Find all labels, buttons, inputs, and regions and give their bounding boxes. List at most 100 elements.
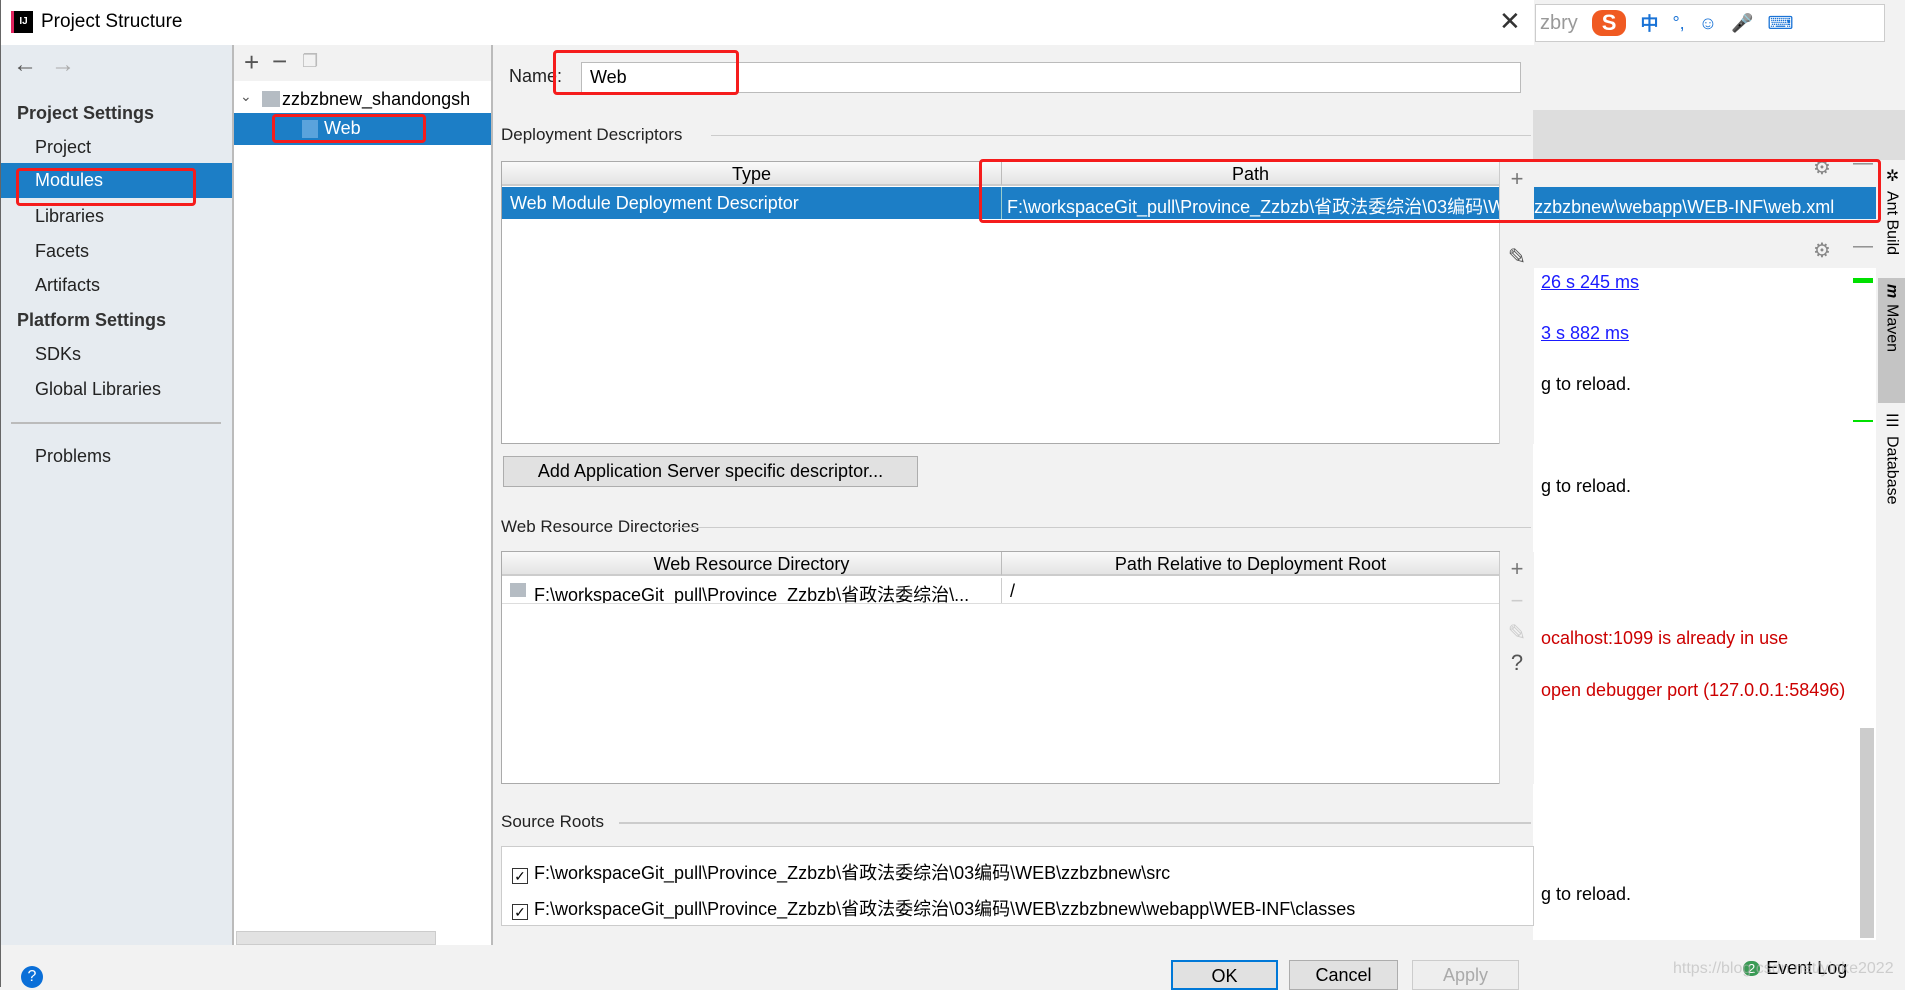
chevron-down-icon[interactable]: ⌄ [240, 88, 252, 105]
console-line[interactable]: 26 s 245 ms [1541, 272, 1639, 293]
name-input[interactable] [581, 62, 1521, 93]
scrollbar[interactable] [1860, 728, 1874, 938]
tab-ant-build[interactable]: ✲ Ant Build [1878, 160, 1905, 270]
column-header-type[interactable]: Type [502, 162, 1002, 186]
console-line[interactable]: 3 s 882 ms [1541, 323, 1629, 344]
cell-directory: F:\workspaceGit_pull\Province_Zzbzb\省政法委… [534, 585, 970, 604]
folder-icon [510, 583, 526, 597]
tree-node-label: zzbzbnew_shandongsh [282, 89, 471, 109]
section-title: Source Roots [501, 812, 604, 831]
ime-chinese-icon[interactable]: 中 [1640, 10, 1658, 36]
remove-icon[interactable]: − [272, 46, 287, 77]
ant-icon: ✲ [1883, 166, 1900, 185]
section-title: Deployment Descriptors [501, 125, 683, 144]
console-line: g to reload. [1541, 884, 1632, 904]
watermark: https://blog.csdn.net/yinke2022 [1673, 960, 1894, 977]
ime-punct-icon[interactable]: °, [1672, 13, 1684, 34]
source-root-path: F:\workspaceGit_pull\Province_Zzbzb\省政法委… [534, 863, 1171, 883]
tree-node-web[interactable]: Web [234, 113, 491, 145]
add-icon[interactable]: + [244, 47, 259, 78]
table-row[interactable]: F:\workspaceGit_pull\Province_Zzbzb\省政法委… [502, 578, 1499, 604]
divider [667, 527, 1531, 528]
name-label: Name: [509, 66, 563, 86]
divider [11, 422, 221, 424]
cell-type: Web Module Deployment Descriptor [510, 193, 799, 213]
ok-button[interactable]: OK [1171, 960, 1278, 990]
tree-node-root[interactable]: ⌄ zzbzbnew_shandongsh [234, 85, 491, 115]
sidebar-item-label: Modules [35, 170, 104, 190]
minimize-icon[interactable]: — [1853, 235, 1873, 258]
add-icon[interactable]: + [1500, 166, 1534, 192]
tab-maven[interactable]: m Maven [1878, 278, 1905, 403]
cell-divider [1001, 187, 1002, 219]
ime-emoji-icon[interactable]: ☺ [1699, 13, 1717, 34]
gear-icon[interactable]: ⚙ [1813, 238, 1831, 263]
console-line: open debugger port (127.0.0.1:58496) [1541, 680, 1846, 700]
apply-button[interactable]: Apply [1412, 960, 1519, 990]
ime-keyboard-icon[interactable]: ⌨ [1768, 13, 1794, 34]
add-icon[interactable]: + [1500, 556, 1534, 582]
column-header-directory[interactable]: Web Resource Directory [502, 552, 1002, 576]
source-root-item[interactable]: ✓ F:\workspaceGit_pull\Province_Zzbzb\省政法… [512, 859, 1170, 885]
cancel-button[interactable]: Cancel [1289, 960, 1398, 990]
module-tree: + − ❐ ⌄ zzbzbnew_shandongsh Web [232, 45, 493, 945]
checkbox[interactable]: ✓ [512, 904, 528, 920]
horizontal-scrollbar[interactable] [236, 931, 436, 945]
ime-mic-icon[interactable]: 🎤 [1731, 13, 1753, 34]
console-line: g to reload. [1541, 476, 1632, 496]
tab-label: Maven [1883, 304, 1901, 353]
gear-icon[interactable]: ⚙ [1813, 155, 1831, 180]
back-arrow-icon[interactable]: ← [13, 51, 37, 79]
tree-toolbar: + − ❐ [234, 45, 491, 81]
background-ide: zbry S 中 °, ☺ 🎤 ⌨ ⚙ — ⚙ — 26 s 245 ms 3 … [1533, 0, 1905, 987]
database-icon: ☰ [1883, 411, 1900, 430]
edit-pencil-icon[interactable]: ✎ [1500, 620, 1534, 646]
sidebar-item-problems[interactable]: Problems [35, 446, 111, 467]
column-header-relative-path[interactable]: Path Relative to Deployment Root [1002, 552, 1499, 576]
console-line: g to reload. [1541, 374, 1632, 394]
help-icon[interactable]: ? [1500, 650, 1534, 676]
module-folder-icon [262, 91, 280, 107]
tab-label: Ant Build [1883, 191, 1901, 256]
sidebar-item-global-libraries[interactable]: Global Libraries [35, 379, 161, 400]
cell-divider [1001, 578, 1002, 603]
sidebar-item-sdks[interactable]: SDKs [35, 344, 81, 365]
add-server-descriptor-button[interactable]: Add Application Server specific descript… [503, 456, 918, 487]
minimize-icon[interactable]: — [1853, 152, 1873, 175]
checkbox[interactable]: ✓ [512, 868, 528, 884]
maven-icon: m [1883, 284, 1901, 299]
cell-path: F:\workspaceGit_pull\Province_Zzbzb\省政法委… [1007, 197, 1835, 217]
forward-arrow-icon[interactable]: → [51, 51, 75, 79]
column-header-path[interactable]: Path [1002, 162, 1499, 186]
sidebar-item-artifacts[interactable]: Artifacts [35, 275, 100, 296]
sidebar-item-facets[interactable]: Facets [35, 241, 89, 262]
edit-pencil-icon[interactable]: ✎ [1500, 244, 1534, 270]
source-root-item[interactable]: ✓ F:\workspaceGit_pull\Province_Zzbzb\省政法… [512, 895, 1355, 921]
divider [711, 135, 1531, 136]
web-facet-icon [302, 120, 318, 138]
sidebar-item-modules[interactable]: Modules [1, 163, 232, 198]
web-resource-table: Web Resource Directory Path Relative to … [501, 551, 1500, 784]
section-header: Platform Settings [17, 310, 167, 330]
sidebar-item-libraries[interactable]: Libraries [35, 206, 104, 227]
help-icon[interactable]: ? [21, 966, 43, 988]
console-output: 26 s 245 ms 3 s 882 ms g to reload. g to… [1533, 268, 1876, 940]
copy-icon[interactable]: ❐ [302, 51, 318, 72]
search-fragment: zbry [1540, 11, 1578, 34]
console-line: ocalhost:1099 is already in use [1541, 628, 1789, 648]
sidebar-item-project[interactable]: Project [35, 137, 91, 158]
remove-icon[interactable]: − [1500, 588, 1534, 614]
ide-tabbar [1533, 110, 1905, 160]
window-title: Project Structure [41, 11, 183, 32]
close-icon[interactable]: ✕ [1499, 6, 1521, 37]
tree-node-label: Web [324, 118, 361, 138]
progress-marker [1853, 278, 1873, 283]
tab-label: Database [1883, 436, 1901, 505]
table-row[interactable]: Web Module Deployment Descriptor F:\work… [502, 187, 1876, 219]
web-resource-toolbar: + − ✎ ? [1499, 552, 1534, 784]
tab-database[interactable]: ☰ Database [1878, 405, 1905, 535]
progress-marker [1853, 420, 1873, 422]
divider [619, 822, 1531, 824]
source-root-path: F:\workspaceGit_pull\Province_Zzbzb\省政法委… [534, 899, 1356, 919]
cell-relative-path: / [1010, 581, 1016, 601]
